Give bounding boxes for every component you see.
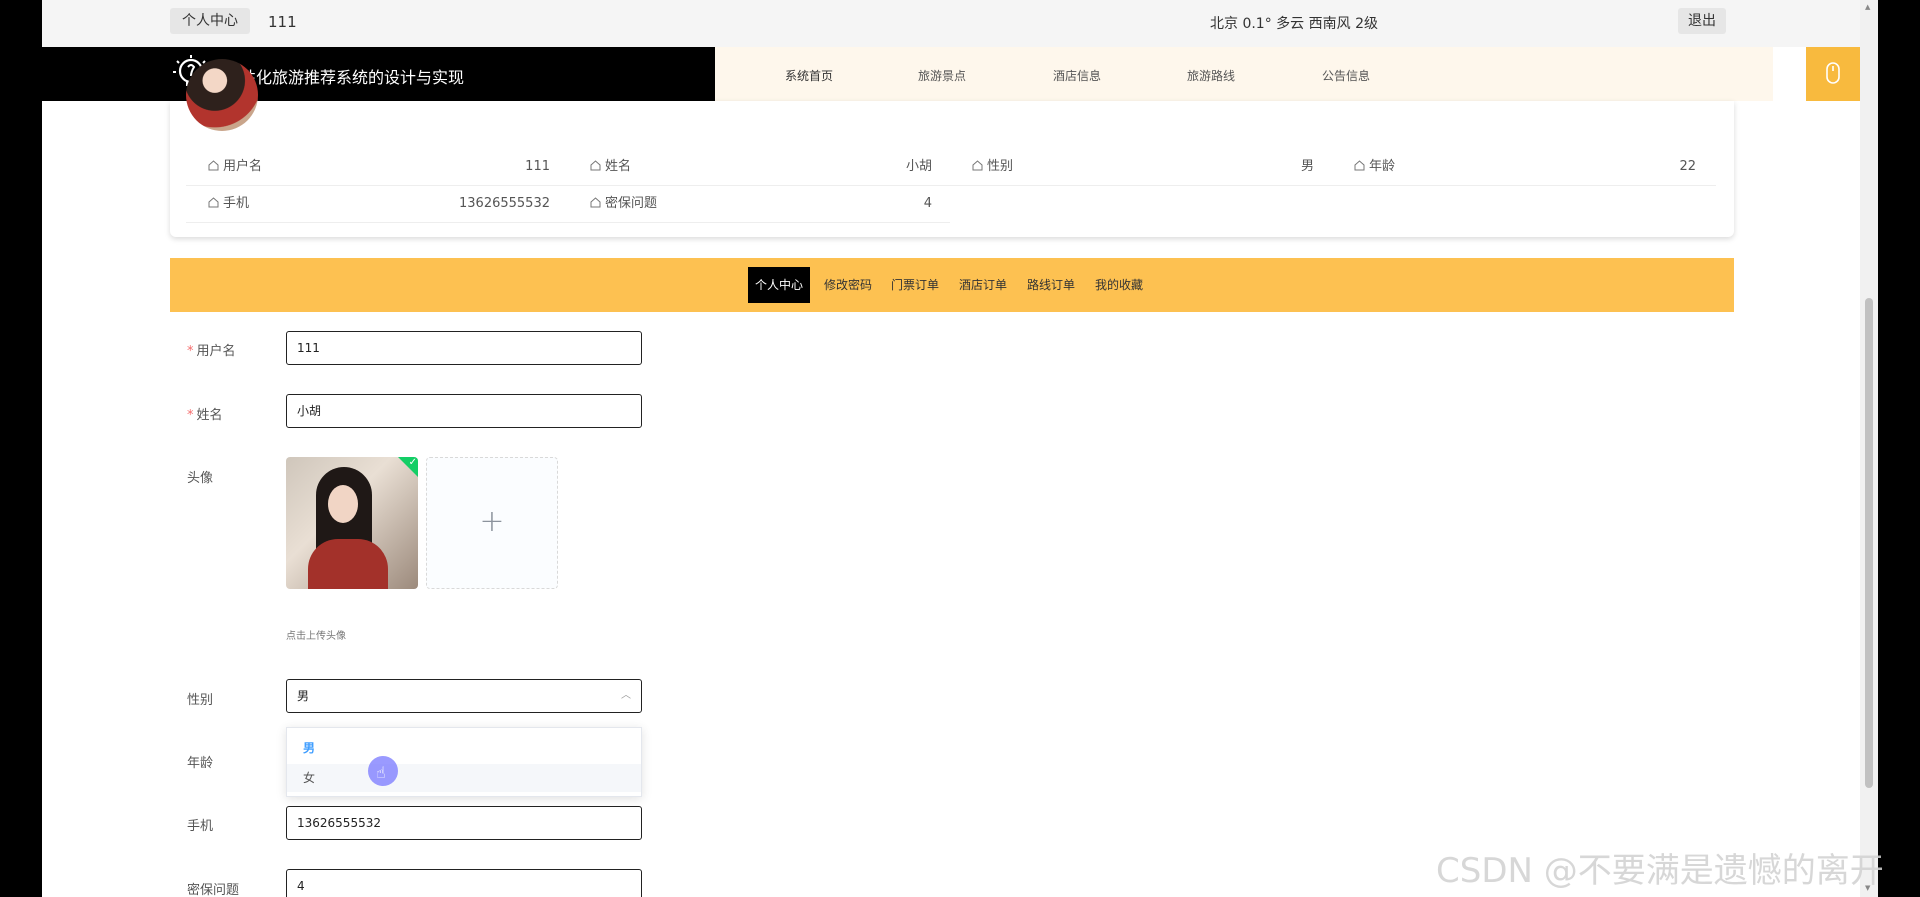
upload-add-button[interactable]: +	[426, 457, 558, 589]
tab-hotel-orders[interactable]: 酒店订单	[952, 267, 1014, 303]
username-field[interactable]: 111	[286, 331, 642, 365]
nav-item-home[interactable]: 系统首页	[785, 67, 833, 84]
info-row: 用户名 111 姓名 小胡 性别 男 年龄 22	[186, 149, 1716, 186]
tab-ticket-orders[interactable]: 门票订单	[884, 267, 946, 303]
scroll-up-icon[interactable]: ▲	[1865, 3, 1870, 11]
main-nav: 系统首页 旅游景点 酒店信息 旅游路线 公告信息	[715, 47, 1773, 101]
home-icon	[590, 197, 601, 208]
nav-item-hotels[interactable]: 酒店信息	[1053, 67, 1101, 84]
info-cell-name: 姓名 小胡	[568, 149, 932, 185]
brand-bar: 个性化旅游推荐系统的设计与实现	[42, 47, 715, 101]
gender-option-female[interactable]: 女	[287, 764, 641, 792]
logout-button[interactable]: 退出	[1678, 8, 1726, 34]
gender-select-value: 男	[297, 689, 310, 703]
info-cell-gender: 性别 男	[950, 149, 1314, 185]
weather-info: 北京 0.1° 多云 西南风 2级	[1210, 16, 1378, 32]
security-field[interactable]: 4	[286, 869, 642, 897]
hand-cursor-icon: ☝	[376, 763, 386, 782]
name-label-text: 姓名	[196, 408, 223, 423]
page-scrollbar[interactable]: ▲ ▼	[1860, 0, 1878, 897]
info-label-name: 姓名	[605, 159, 632, 174]
home-icon	[1354, 160, 1365, 171]
phone-field-value: 13626555532	[297, 816, 381, 830]
name-field[interactable]: 小胡	[286, 394, 642, 428]
current-username: 111	[268, 13, 297, 31]
required-mark: *	[187, 344, 194, 359]
info-label-gender: 性别	[987, 159, 1014, 174]
info-value-name: 小胡	[905, 159, 932, 174]
gender-option-male[interactable]: 男	[287, 734, 641, 762]
info-label-security: 密保问题	[605, 196, 658, 211]
username-label-text: 用户名	[196, 344, 236, 359]
security-field-value: 4	[297, 879, 305, 893]
info-value-username: 111	[525, 159, 550, 174]
mouse-icon	[1826, 62, 1840, 84]
username-field-value: 111	[297, 341, 320, 355]
home-icon	[590, 160, 601, 171]
avatar-label: 头像	[187, 471, 214, 486]
tab-route-orders[interactable]: 路线订单	[1020, 267, 1082, 303]
info-cell-security: 密保问题 4	[568, 186, 932, 222]
home-icon	[208, 160, 219, 171]
info-cell-phone: 手机 13626555532	[186, 186, 550, 222]
nav-toggle-button[interactable]	[1806, 47, 1860, 101]
site-title: 个性化旅游推荐系统的设计与实现	[224, 68, 465, 87]
info-label-username: 用户名	[223, 159, 263, 174]
chevron-up-icon: ︿	[621, 690, 631, 701]
info-value-security: 4	[923, 196, 932, 211]
scroll-thumb[interactable]	[1865, 298, 1873, 788]
info-label-age: 年龄	[1369, 159, 1396, 174]
name-label: * 姓名	[187, 404, 223, 423]
info-row: 手机 13626555532 密保问题 4	[186, 186, 950, 223]
nav-item-notices[interactable]: 公告信息	[1322, 67, 1370, 84]
info-value-phone: 13626555532	[459, 196, 550, 211]
user-tabs: 个人中心 修改密码 门票订单 酒店订单 路线订单 我的收藏	[170, 258, 1734, 312]
gender-label: 性别	[187, 693, 214, 708]
nav-item-attractions[interactable]: 旅游景点	[918, 67, 966, 84]
info-cell-age: 年龄 22	[1332, 149, 1696, 185]
watermark: CSDN @不要满是遗憾的离开	[1436, 851, 1884, 891]
upload-tip: 点击上传头像	[286, 631, 346, 642]
phone-label: 手机	[187, 819, 214, 834]
info-value-age: 22	[1679, 159, 1696, 174]
home-icon	[208, 197, 219, 208]
nav-item-routes[interactable]: 旅游路线	[1187, 67, 1235, 84]
phone-field[interactable]: 13626555532	[286, 806, 642, 840]
tab-user-center[interactable]: 个人中心	[748, 267, 811, 303]
tab-favorites[interactable]: 我的收藏	[1088, 267, 1150, 303]
profile-card: 用户名 111 姓名 小胡 性别 男 年龄 22 手机 13626555532	[170, 59, 1734, 237]
user-center-button[interactable]: 个人中心	[170, 8, 250, 34]
top-bar: 个人中心 111 北京 0.1° 多云 西南风 2级 退出	[42, 0, 1860, 47]
tab-change-password[interactable]: 修改密码	[817, 267, 879, 303]
name-field-value: 小胡	[297, 404, 322, 418]
info-label-phone: 手机	[223, 196, 250, 211]
check-icon: ✓	[398, 457, 418, 477]
required-mark: *	[187, 408, 194, 423]
security-label: 密保问题	[187, 883, 240, 897]
info-cell-username: 用户名 111	[186, 149, 550, 185]
gender-select[interactable]: 男 ︿	[286, 679, 642, 713]
home-icon	[972, 160, 983, 171]
info-value-gender: 男	[1300, 159, 1314, 174]
uploaded-avatar[interactable]: ✓	[286, 457, 418, 589]
gender-dropdown: 男 女	[286, 727, 642, 797]
age-label: 年龄	[187, 756, 214, 771]
username-label: * 用户名	[187, 340, 236, 359]
app-window: 个人中心 111 北京 0.1° 多云 西南风 2级 退出 个性化旅游推荐系统的…	[42, 0, 1860, 897]
avatar	[186, 59, 258, 131]
